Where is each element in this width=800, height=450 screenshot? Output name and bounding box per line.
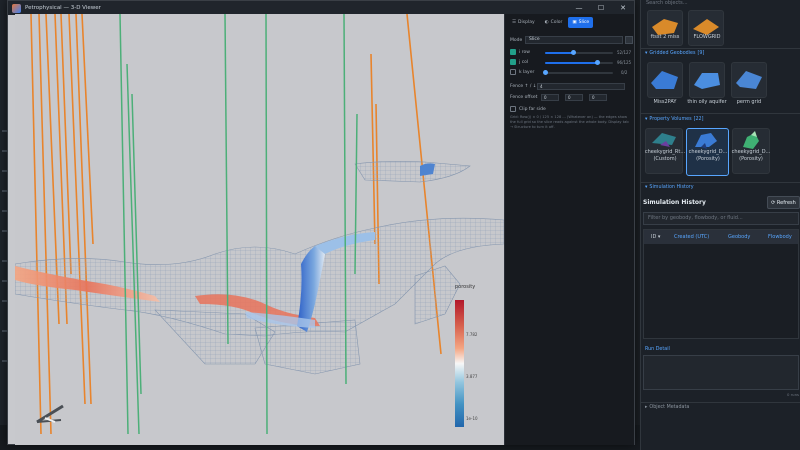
col-created[interactable]: Created (UTC): [674, 234, 709, 240]
well: [68, 14, 86, 405]
simulation-filter-input[interactable]: Filter by geobody, flowbody, or fluid...: [643, 212, 799, 225]
object-thumb[interactable]: [647, 10, 683, 46]
col-id[interactable]: ID ▾: [651, 234, 660, 240]
object-label: ftsst 2 miss: [650, 34, 680, 40]
offset-y-input[interactable]: 0: [565, 94, 583, 101]
object-label: cheekygrid_D...: [731, 149, 771, 155]
tab-color[interactable]: ◐ Color: [541, 17, 567, 28]
mode-select[interactable]: Slice: [525, 36, 623, 44]
object-sublabel: (Custom): [653, 156, 677, 162]
legend-colorbar: [455, 300, 464, 427]
run-detail-box: [643, 355, 799, 390]
object-search-input[interactable]: Search objects...: [644, 0, 800, 8]
legend-tick: 3.877: [466, 374, 478, 379]
offset-z-input[interactable]: 0: [589, 94, 607, 101]
object-label: perm grid: [736, 99, 762, 105]
slice-j-handle[interactable]: [595, 60, 600, 65]
section-object-metadata[interactable]: ▸ Object Metadata: [645, 405, 689, 410]
simulation-history-title: Simulation History: [643, 199, 706, 206]
object-thumb[interactable]: [731, 62, 767, 98]
col-flowbody[interactable]: Flowbody: [768, 234, 792, 240]
fence-offset-label: Fence offset: [510, 95, 538, 100]
object-label: cheekygrid_Rt...: [644, 149, 686, 155]
simulation-table: ID ▾ Created (UTC) Geobody Flowbody: [643, 229, 799, 339]
slice-i-checkbox[interactable]: [510, 49, 516, 55]
maximize-button[interactable]: ☐: [590, 1, 612, 15]
desktop: Petrophysical — 3-D Viewer — ☐ ✕ porosit…: [0, 0, 800, 450]
fence-label: Fence ↑ / ↓: [510, 84, 537, 89]
grid-blue-icon: [736, 71, 762, 89]
section-property-volumes[interactable]: ▾ Property Volumes [22]: [645, 117, 703, 122]
well: [370, 53, 376, 245]
well: [265, 14, 268, 435]
object-label: FLOWGRID: [693, 34, 721, 40]
object-thumb[interactable]: [689, 62, 725, 98]
table-header: ID ▾ Created (UTC) Geobody Flowbody: [644, 230, 798, 244]
grid-blue-icon: [651, 71, 678, 89]
scene-canvas[interactable]: [15, 14, 504, 445]
well: [75, 14, 92, 405]
fence-input[interactable]: 4: [537, 83, 625, 90]
object-thumb[interactable]: [647, 62, 683, 98]
object-label: thin oily aquifer: [687, 99, 727, 105]
well: [60, 14, 72, 275]
clip-checkbox[interactable]: [510, 106, 516, 112]
tab-display[interactable]: ☰ Display: [508, 17, 539, 28]
slice-j-value: 96/125: [617, 60, 632, 65]
viewer-titlebar[interactable]: Petrophysical — 3-D Viewer — ☐ ✕: [8, 1, 634, 15]
slice-k-value: 0/2: [621, 70, 628, 75]
runs-count: 0 runs: [787, 392, 799, 397]
well: [30, 14, 42, 435]
color-legend: porosity 7.782 3.877 1e-10: [455, 284, 495, 434]
slice-i-slider[interactable]: [545, 52, 573, 54]
orange-wells: [30, 14, 442, 435]
slice-i-value: 52/127: [617, 50, 632, 55]
slice-j-checkbox[interactable]: [510, 59, 516, 65]
legend-tick: 1e-10: [466, 416, 478, 421]
refresh-button[interactable]: ⟳ Refresh: [767, 196, 800, 209]
slice-i-handle[interactable]: [571, 50, 576, 55]
viewer-title: Petrophysical — 3-D Viewer: [25, 5, 101, 11]
slice-j-slider[interactable]: [545, 62, 597, 64]
close-button[interactable]: ✕: [612, 1, 634, 15]
section-simulation-history[interactable]: ▾ Simulation History: [645, 185, 694, 190]
3d-viewport[interactable]: porosity 7.782 3.877 1e-10: [15, 14, 504, 445]
tab-slice[interactable]: ▣ Slice: [568, 17, 594, 28]
grid-blue-icon: [694, 73, 720, 89]
slice-k-checkbox[interactable]: [510, 69, 516, 75]
minimize-button[interactable]: —: [568, 1, 590, 15]
slice-row-k: k layer: [510, 69, 534, 75]
object-thumb[interactable]: [688, 10, 724, 46]
clip-label: Clip far side: [519, 106, 546, 112]
legend-title: porosity: [455, 284, 476, 290]
volume-teal-icon: [652, 133, 676, 147]
mode-options-button[interactable]: [625, 36, 633, 44]
offset-x-input[interactable]: 0: [541, 94, 559, 101]
section-gridded-geobodies[interactable]: ▾ Gridded Geobodies [9]: [645, 51, 704, 56]
slice-k-handle[interactable]: [543, 70, 548, 75]
run-detail-label: Run Detail: [645, 347, 670, 352]
slice-row-j: j col: [510, 59, 528, 65]
mode-label: Mode: [510, 38, 523, 43]
viewer-control-panel: ☰ Display ◐ Color ▣ Slice Mode Slice i row …: [504, 14, 634, 445]
legend-tick: 7.782: [466, 332, 478, 337]
object-label: Miss2PAY: [653, 99, 677, 105]
well: [406, 14, 414, 75]
volume-blue-icon: [695, 133, 717, 149]
object-label: cheekygrid_D...: [688, 149, 728, 155]
col-geobody[interactable]: Geobody: [728, 234, 750, 240]
slice-row-i: i row: [510, 49, 530, 55]
slice-hint-text: Grid: Row(j) × 0 / 125 × 128 ... (Whatev…: [510, 115, 629, 129]
panel-tabs: ☰ Display ◐ Color ▣ Slice: [505, 14, 634, 31]
object-sublabel: (Porosity): [739, 156, 763, 162]
orientation-axes-icon: [36, 404, 64, 424]
volume-green-icon: [743, 131, 759, 149]
object-sublabel: (Porosity): [696, 156, 720, 162]
app-icon: [12, 3, 21, 13]
clip-row: Clip far side: [510, 106, 546, 112]
object-browser: Search objects... ftsst 2 miss FLOWGRID …: [640, 0, 800, 450]
